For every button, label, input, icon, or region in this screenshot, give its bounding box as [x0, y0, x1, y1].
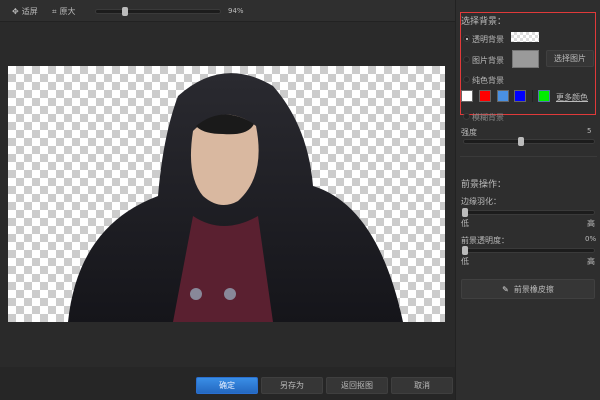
swatch-blue[interactable] [514, 90, 526, 102]
image-preview [512, 50, 539, 68]
eraser-icon: ✎ [502, 284, 509, 294]
cutout-portrait [68, 73, 403, 322]
opacity-slider[interactable] [463, 248, 595, 253]
transparent-preview [511, 32, 539, 42]
preview-canvas [0, 22, 455, 367]
more-colors-link[interactable]: 更多颜色 [556, 92, 588, 103]
opacity-label: 前景透明度： [461, 236, 509, 245]
blur-label: 模糊背景 [472, 113, 504, 122]
transparent-background [8, 66, 445, 322]
feather-slider[interactable] [463, 210, 595, 215]
foreground-eraser-button[interactable]: ✎ 前景橡皮擦 [461, 279, 595, 299]
solid-radio[interactable] [463, 76, 470, 83]
opacity-high-label: 高 [587, 257, 595, 266]
background-title: 选择背景： [461, 17, 507, 27]
opacity-value: 0% [585, 235, 597, 243]
image-label: 图片背景 [472, 56, 504, 65]
actual-size-icon: ⌗ [52, 6, 57, 16]
strength-slider[interactable] [463, 139, 595, 144]
strength-value: 5 [587, 127, 592, 135]
swatch-lightblue[interactable] [497, 90, 509, 102]
zoom-slider[interactable] [95, 9, 221, 14]
ok-button[interactable]: 确定 [196, 377, 258, 394]
swatch-white[interactable] [461, 90, 473, 102]
opacity-slider-thumb[interactable] [462, 246, 468, 255]
fit-screen-icon: ✥ [12, 7, 19, 16]
blur-radio[interactable] [463, 113, 470, 120]
divider [532, 90, 533, 102]
save-as-button[interactable]: 另存为 [261, 377, 323, 394]
choose-image-button[interactable]: 选择图片 [546, 50, 594, 67]
transparent-label: 透明背景 [472, 35, 504, 44]
fit-screen-button[interactable]: ✥ 适屏 [12, 6, 38, 17]
feather-slider-thumb[interactable] [462, 208, 468, 217]
action-bar: 确定 另存为 返回抠图 取消 [0, 367, 455, 400]
strength-slider-thumb[interactable] [518, 137, 524, 146]
solid-label: 纯色背景 [472, 76, 504, 85]
actual-size-button[interactable]: ⌗ 原大 [52, 6, 76, 17]
divider [460, 156, 597, 157]
cancel-button[interactable]: 取消 [391, 377, 453, 394]
swatch-green[interactable] [538, 90, 550, 102]
swatch-red[interactable] [479, 90, 491, 102]
feather-label: 边缘羽化： [461, 197, 501, 206]
back-to-cutout-button[interactable]: 返回抠图 [326, 377, 388, 394]
foreground-title: 前景操作： [461, 180, 507, 190]
feather-low-label: 低 [461, 219, 469, 228]
strength-label: 强度 [461, 128, 477, 137]
toolbar: ✥ 适屏 ⌗ 原大 94% [0, 0, 455, 22]
opacity-low-label: 低 [461, 257, 469, 266]
transparent-radio[interactable] [463, 35, 470, 42]
zoom-value: 94% [228, 7, 244, 15]
feather-high-label: 高 [587, 219, 595, 228]
zoom-slider-thumb[interactable] [122, 7, 128, 16]
image-radio[interactable] [463, 56, 470, 63]
